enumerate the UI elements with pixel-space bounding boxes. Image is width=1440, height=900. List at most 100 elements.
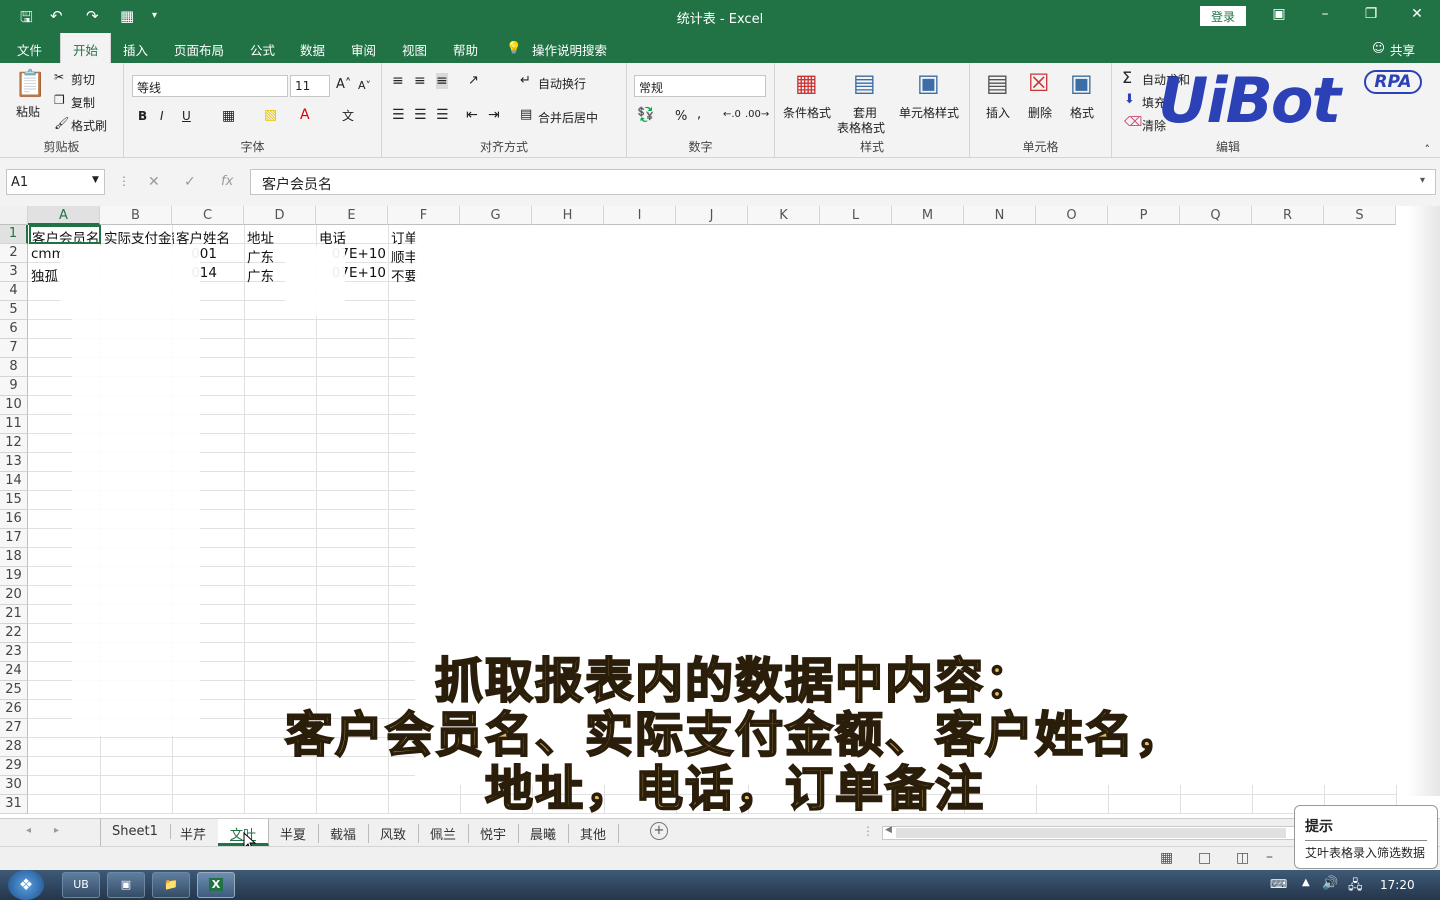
column-header-H[interactable]: H (532, 206, 604, 225)
column-header-M[interactable]: M (892, 206, 964, 225)
tab-split-handle[interactable]: ⋮ (862, 824, 874, 838)
underline-button[interactable]: U (182, 109, 191, 123)
row-header-30[interactable]: 30 (0, 776, 28, 795)
shrink-font-icon[interactable]: A˅ (358, 79, 371, 92)
align-middle-icon[interactable]: ≡ (414, 73, 426, 89)
insert-cells-button[interactable]: 插入 (986, 104, 1010, 121)
font-color-icon[interactable]: A (300, 107, 310, 123)
column-header-B[interactable]: B (100, 206, 172, 225)
column-header-L[interactable]: L (820, 206, 892, 225)
column-header-S[interactable]: S (1324, 206, 1396, 225)
expand-formula-icon[interactable]: ▾ (1420, 175, 1425, 186)
number-format-select[interactable]: 常规 (634, 75, 766, 97)
eraser-icon[interactable]: ⌫ (1124, 115, 1142, 130)
row-header-8[interactable]: 8 (0, 358, 28, 377)
cut-button[interactable]: 剪切 (71, 71, 95, 88)
tab-view[interactable]: 视图 (402, 40, 427, 59)
column-header-G[interactable]: G (460, 206, 532, 225)
page-layout-view-icon[interactable]: □ (1198, 850, 1211, 866)
cell-A1[interactable]: 客户会员名 (29, 225, 101, 244)
row-header-4[interactable]: 4 (0, 282, 28, 301)
font-name-select[interactable]: 等线 (132, 75, 288, 97)
column-header-K[interactable]: K (748, 206, 820, 225)
taskbar-explorer-icon[interactable]: 📁 (152, 872, 190, 898)
copy-button[interactable]: 复制 (71, 94, 95, 111)
customize-qat-icon[interactable]: ▾ (152, 10, 157, 21)
tab-file[interactable]: 文件 (17, 40, 42, 59)
cell-styles-icon[interactable]: ▣ (917, 69, 940, 97)
sheet-tab-banxia[interactable]: 半夏 (268, 824, 320, 843)
row-header-11[interactable]: 11 (0, 415, 28, 434)
volume-icon[interactable]: 🔊 (1322, 876, 1338, 891)
confirm-entry-icon[interactable]: ✓ (184, 174, 196, 190)
format-painter-icon[interactable]: 🖌 (54, 116, 69, 130)
paste-button[interactable]: 粘贴 (16, 103, 40, 120)
fill-color-icon[interactable]: ▧ (264, 107, 277, 123)
zoom-out-icon[interactable]: – (1266, 849, 1273, 865)
row-header-27[interactable]: 27 (0, 719, 28, 738)
align-center-icon[interactable]: ☰ (414, 107, 427, 123)
tab-review[interactable]: 审阅 (351, 40, 376, 59)
row-header-3[interactable]: 3 (0, 263, 28, 282)
delete-cells-button[interactable]: 删除 (1028, 104, 1052, 121)
delete-cells-icon[interactable]: ☒ (1028, 69, 1050, 97)
font-size-select[interactable]: 11 (290, 75, 330, 97)
tab-formulas[interactable]: 公式 (250, 40, 275, 59)
undo-icon[interactable]: ↶ (50, 7, 63, 25)
scroll-left-icon[interactable]: ◀ (885, 825, 892, 835)
conditional-format-icon[interactable]: ▦ (795, 69, 818, 97)
sheet-tab-fengzhi[interactable]: 风致 (368, 824, 420, 843)
column-header-F[interactable]: F (388, 206, 460, 225)
row-header-29[interactable]: 29 (0, 757, 28, 776)
merge-icon[interactable]: ▤ (520, 107, 532, 122)
row-header-22[interactable]: 22 (0, 624, 28, 643)
normal-view-icon[interactable]: ▦ (1160, 850, 1173, 866)
column-header-R[interactable]: R (1252, 206, 1324, 225)
cell-D1[interactable]: 地址 (245, 226, 317, 245)
row-header-18[interactable]: 18 (0, 548, 28, 567)
tell-me-search[interactable]: 操作说明搜索 (532, 40, 607, 59)
sheet-tab-chenxi[interactable]: 晨曦 (518, 824, 570, 843)
cell-styles-button[interactable]: 单元格样式 (899, 104, 959, 121)
sheet-tab-yueyu[interactable]: 悦宇 (468, 824, 520, 843)
name-box[interactable]: A1 (6, 169, 105, 195)
cancel-entry-icon[interactable]: ✕ (148, 174, 160, 190)
add-sheet-icon[interactable]: + (650, 822, 668, 840)
row-header-25[interactable]: 25 (0, 681, 28, 700)
align-left-icon[interactable]: ☰ (392, 107, 405, 123)
form-icon[interactable]: ▦ (120, 7, 134, 25)
column-header-D[interactable]: D (244, 206, 316, 225)
taskbar-app-icon[interactable]: ▣ (107, 872, 145, 898)
row-header-12[interactable]: 12 (0, 434, 28, 453)
row-header-6[interactable]: 6 (0, 320, 28, 339)
column-header-Q[interactable]: Q (1180, 206, 1252, 225)
save-icon[interactable]: 🖫 (20, 7, 33, 32)
row-header-5[interactable]: 5 (0, 301, 28, 320)
tab-page-layout[interactable]: 页面布局 (174, 40, 224, 59)
row-header-14[interactable]: 14 (0, 472, 28, 491)
row-header-31[interactable]: 31 (0, 795, 28, 814)
cell-B1[interactable]: 实际支付金额 (102, 226, 174, 245)
align-top-icon[interactable]: ≡ (392, 73, 404, 89)
row-header-15[interactable]: 15 (0, 491, 28, 510)
format-cells-button[interactable]: 格式 (1070, 104, 1094, 121)
row-header-13[interactable]: 13 (0, 453, 28, 472)
sheet-tab-peilan[interactable]: 佩兰 (418, 824, 470, 843)
sheet-tab-sheet1[interactable]: Sheet1 (100, 824, 171, 839)
ribbon-display-icon[interactable]: ▣ (1264, 6, 1294, 22)
column-header-O[interactable]: O (1036, 206, 1108, 225)
cell-E1[interactable]: 电话 (317, 226, 388, 245)
minimize-icon[interactable]: – (1310, 6, 1340, 22)
row-header-24[interactable]: 24 (0, 662, 28, 681)
next-sheet-icon[interactable]: ▸ (54, 825, 59, 836)
cell-C1[interactable]: 客户姓名 (174, 226, 245, 245)
row-header-28[interactable]: 28 (0, 738, 28, 757)
phonetic-icon[interactable]: 文 (342, 107, 354, 124)
row-header-2[interactable]: 2 (0, 244, 28, 263)
collapse-ribbon-icon[interactable]: ˄ (1425, 143, 1431, 156)
row-header-19[interactable]: 19 (0, 567, 28, 586)
column-header-C[interactable]: C (172, 206, 244, 225)
close-icon[interactable]: ✕ (1402, 6, 1432, 22)
format-table-line2[interactable]: 表格格式 (837, 119, 885, 136)
percent-button[interactable]: % (675, 109, 687, 124)
